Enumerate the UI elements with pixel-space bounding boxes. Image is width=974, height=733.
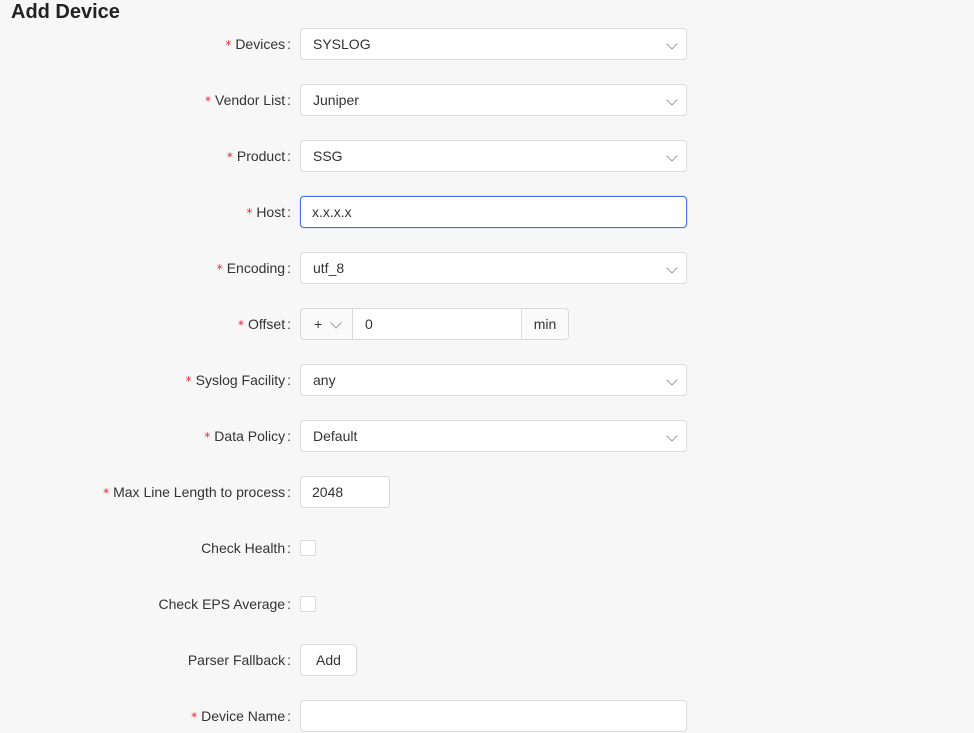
parser-fallback-label: Parser Fallback: xyxy=(187,652,291,668)
chevron-down-icon xyxy=(666,150,678,162)
vendor-list-label: * Vendor List: xyxy=(205,92,291,108)
product-value: SSG xyxy=(313,148,343,164)
devices-value: SYSLOG xyxy=(313,36,371,52)
check-health-row: Check Health: xyxy=(0,532,974,564)
parser-fallback-add-button[interactable]: Add xyxy=(300,644,357,676)
chevron-down-icon xyxy=(666,430,678,442)
check-eps-average-row: Check EPS Average: xyxy=(0,588,974,620)
syslog-facility-row: * Syslog Facility: any xyxy=(0,364,974,396)
check-eps-average-label: Check EPS Average: xyxy=(158,596,292,612)
host-label: * Host: xyxy=(246,204,291,220)
required-marker: * xyxy=(238,318,245,332)
check-eps-average-checkbox[interactable] xyxy=(300,596,316,612)
chevron-down-icon xyxy=(330,317,342,329)
offset-label: * Offset: xyxy=(238,316,291,332)
encoding-value: utf_8 xyxy=(313,260,345,276)
offset-sign-select[interactable]: + xyxy=(300,308,352,340)
required-marker: * xyxy=(246,206,253,220)
parser-fallback-row: Parser Fallback: Add xyxy=(0,644,974,676)
chevron-down-icon xyxy=(666,94,678,106)
required-marker: * xyxy=(204,430,211,444)
required-marker: * xyxy=(205,94,212,108)
product-label: * Product: xyxy=(226,148,291,164)
chevron-down-icon xyxy=(666,262,678,274)
devices-row: * Devices: SYSLOG xyxy=(0,28,974,60)
syslog-facility-select[interactable]: any xyxy=(300,364,687,396)
syslog-facility-label: * Syslog Facility: xyxy=(185,372,291,388)
devices-label: * Devices: xyxy=(225,36,291,52)
data-policy-select[interactable]: Default xyxy=(300,420,687,452)
offset-sign-value: + xyxy=(314,316,323,332)
product-row: * Product: SSG xyxy=(0,140,974,172)
encoding-select[interactable]: utf_8 xyxy=(300,252,687,284)
data-policy-value: Default xyxy=(313,428,358,444)
required-marker: * xyxy=(185,374,192,388)
devices-select[interactable]: SYSLOG xyxy=(300,28,687,60)
max-line-length-row: * Max Line Length to process: 2048 xyxy=(0,476,974,508)
host-input[interactable]: x.x.x.x xyxy=(300,196,687,228)
page-title: Add Device xyxy=(11,1,120,23)
required-marker: * xyxy=(226,150,233,164)
encoding-row: * Encoding: utf_8 xyxy=(0,252,974,284)
chevron-down-icon xyxy=(666,38,678,50)
syslog-facility-value: any xyxy=(313,372,336,388)
vendor-list-value: Juniper xyxy=(313,92,359,108)
offset-input[interactable]: 0 xyxy=(352,308,522,340)
required-marker: * xyxy=(191,710,198,724)
vendor-list-row: * Vendor List: Juniper xyxy=(0,84,974,116)
device-name-label: * Device Name: xyxy=(191,708,291,724)
data-policy-row: * Data Policy: Default xyxy=(0,420,974,452)
offset-row: * Offset: + 0 min xyxy=(0,308,974,340)
required-marker: * xyxy=(225,38,232,52)
offset-group: + 0 min xyxy=(300,308,569,340)
host-row: * Host: x.x.x.x xyxy=(0,196,974,228)
product-select[interactable]: SSG xyxy=(300,140,687,172)
max-line-length-label: * Max Line Length to process: xyxy=(103,484,291,500)
required-marker: * xyxy=(103,486,110,500)
device-name-input[interactable] xyxy=(300,700,687,732)
vendor-list-select[interactable]: Juniper xyxy=(300,84,687,116)
data-policy-label: * Data Policy: xyxy=(204,428,291,444)
chevron-down-icon xyxy=(666,374,678,386)
check-health-checkbox[interactable] xyxy=(300,540,316,556)
device-name-row: * Device Name: xyxy=(0,700,974,732)
offset-unit: min xyxy=(522,308,569,340)
max-line-length-input[interactable]: 2048 xyxy=(300,476,390,508)
check-health-label: Check Health: xyxy=(201,540,291,556)
required-marker: * xyxy=(216,262,223,276)
encoding-label: * Encoding: xyxy=(216,260,291,276)
